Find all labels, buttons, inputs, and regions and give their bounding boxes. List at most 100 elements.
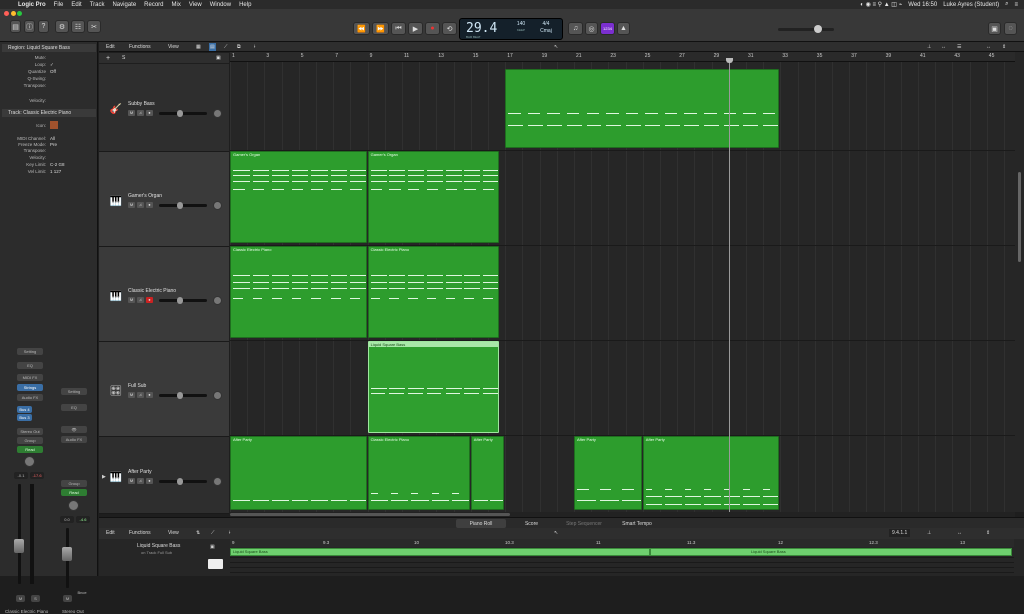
playhead-position[interactable]: 29.4 [466,21,497,36]
menu-record[interactable]: Record [144,2,163,8]
strip2-setting-button[interactable]: Setting [61,388,87,395]
time-signature[interactable]: 4/4 [535,21,557,27]
track-volume-knob[interactable] [177,477,183,485]
vertical-zoom-icon[interactable]: ⇕ [1002,43,1006,51]
editor-zoom-v-icon[interactable]: ⇕ [986,529,990,537]
tab-score[interactable]: Score [509,519,554,528]
strip2-pan-knob[interactable] [68,500,79,511]
headphones-solo-icon[interactable]: ♫ [137,391,144,398]
midi-region-classic-electric-piano[interactable]: Classic Electric Piano [230,246,367,338]
vertical-scroll-thumb[interactable] [1018,172,1021,262]
strip2-audio-fx-button[interactable]: Audio FX [61,436,87,443]
record-enable-button[interactable]: ● [146,110,153,116]
strip1-group-button[interactable]: Group [17,437,43,444]
organ-icon[interactable]: 🎹 [109,196,123,208]
track-volume-knob[interactable] [177,110,183,117]
strip1-automation-button[interactable]: Read [17,446,43,453]
param-value[interactable]: 1 127 [50,169,61,174]
automation-icon[interactable]: ⟋ [224,43,228,51]
track-header[interactable]: 🎹 Gamer's Organ M ♫ ● [99,152,229,247]
midi-region-gamers-organ[interactable]: Gamer's Organ [230,151,367,243]
strip1-send-1[interactable]: Bus 4 [17,406,32,413]
strip1-instrument-slot[interactable]: Strings [17,384,43,391]
vertical-scrollbar[interactable] [1015,52,1024,512]
list-editors-button[interactable]: ▣ [988,22,1001,35]
menu-edit[interactable]: Edit [71,2,81,8]
browsers-button[interactable]: ◌ [1004,22,1017,35]
master-volume-slider[interactable] [778,25,834,33]
menu-file[interactable]: File [54,2,64,8]
add-track-button[interactable]: + [106,54,110,62]
mute-button[interactable]: M [128,477,135,484]
headphones-solo-icon[interactable]: ♫ [137,296,144,303]
tab-step-sequencer[interactable]: Step Sequencer [559,519,609,528]
arrange-area[interactable]: Gamer's Organ Gamer's Organ Classic Electr… [230,62,1015,512]
track-header[interactable]: ▶ 🎹 After Party M ♫ ● [99,437,229,514]
zoom-slider[interactable]: ☰ [957,43,961,51]
grid-view-icon[interactable]: ▦ [196,43,201,51]
track-inspector-header[interactable]: Track: Classic Electric Piano [2,109,96,117]
strip1-fader[interactable] [14,539,24,553]
menu-help[interactable]: Help [239,2,251,8]
master-volume-knob[interactable] [814,25,822,33]
strip1-setting-button[interactable]: Setting [17,348,43,355]
global-tracks-button[interactable]: S [122,54,125,62]
track-pan-knob[interactable] [213,109,222,118]
strip1-midi-fx-button[interactable]: MIDI FX [17,374,43,381]
region-inspector-header[interactable]: Region: Liquid Square Bass [2,44,96,52]
track-volume-slider[interactable] [159,391,207,399]
disclosure-triangle-icon[interactable]: ▶ [102,474,106,480]
track-volume-knob[interactable] [177,391,183,399]
list-view-icon[interactable]: ▤ [209,43,216,51]
tracks-edit-menu[interactable]: Edit [106,43,115,51]
tracks-functions-menu[interactable]: Functions [129,43,151,51]
record-enable-button[interactable]: ● [146,391,153,398]
strip1-pan-knob[interactable] [24,456,35,467]
tab-piano-roll[interactable]: Piano Roll [456,519,506,528]
param-value[interactable]: Pre [50,142,57,147]
track-pan-knob[interactable] [213,476,222,486]
piano-roll-editor[interactable]: Liquid Square Bass on Track Full Sub ▣ 9… [99,539,1024,576]
strip1-mute-button[interactable]: M [16,595,25,602]
track-name[interactable]: Gamer's Organ [128,193,162,199]
zoom-horizontal-icon[interactable]: ↔ [941,43,946,51]
param-value[interactable]: All [50,136,55,141]
editor-zoom-icon[interactable]: ⊥ [927,529,931,537]
editor-position-readout[interactable]: 9.4.1.1 [889,529,911,537]
horizontal-scroll-thumb[interactable] [230,513,510,516]
mute-button[interactable]: M [128,110,135,116]
strip2-volume-readout[interactable]: 0.0 [60,516,74,523]
track-header[interactable]: 🎛 Full Sub M ♫ ● [99,342,229,437]
editor-view-menu[interactable]: View [168,529,179,537]
track-pan-knob[interactable] [213,295,222,305]
strip1-output-button[interactable]: Stereo Out [17,428,43,435]
track-volume-slider[interactable] [159,296,207,304]
param-value[interactable]: C-2 G8 [50,162,65,167]
editor-region-bar[interactable]: Liquid Square Bass [230,548,650,556]
control-center-icon[interactable]: ≡ [1014,2,1018,8]
strip1-send-2[interactable]: Bus 3 [17,414,32,421]
bass-guitar-icon[interactable]: 🎸 [109,104,123,116]
menu-app[interactable]: Logic Pro [18,2,46,8]
user-name[interactable]: Luke Ayres (Student) [943,2,999,8]
record-enable-button[interactable]: ● [146,201,153,208]
midi-region-after-party[interactable]: After Party [470,436,505,510]
editor-pointer-tool-icon[interactable]: ↖ [554,529,558,537]
track-pan-knob[interactable] [213,200,222,210]
mute-button[interactable]: M [128,391,135,398]
track-volume-slider[interactable] [159,201,207,209]
editor-zoom-h-icon[interactable]: ↔ [957,529,962,537]
track-name[interactable]: Classic Electric Piano [128,288,176,294]
editor-midi-in-icon[interactable]: ⇅ [196,529,200,537]
strip2-bounce-button[interactable]: Bnce [75,589,89,596]
menu-navigate[interactable]: Navigate [112,2,136,8]
electric-piano-icon[interactable]: 🎹 [109,291,123,303]
track-icon[interactable] [50,121,58,129]
pointer-tool-icon[interactable]: ↖ [554,43,558,51]
close-window-button[interactable] [4,11,9,16]
catch-icon[interactable]: ⟊ [254,43,255,51]
playhead-handle[interactable] [726,58,733,63]
solo-mode-button[interactable]: ◎ [585,22,598,35]
midi-region-after-party[interactable]: After Party [230,436,367,510]
editor-note-lanes[interactable]: Liquid Square Bass Liquid Square Bass [99,539,1024,576]
